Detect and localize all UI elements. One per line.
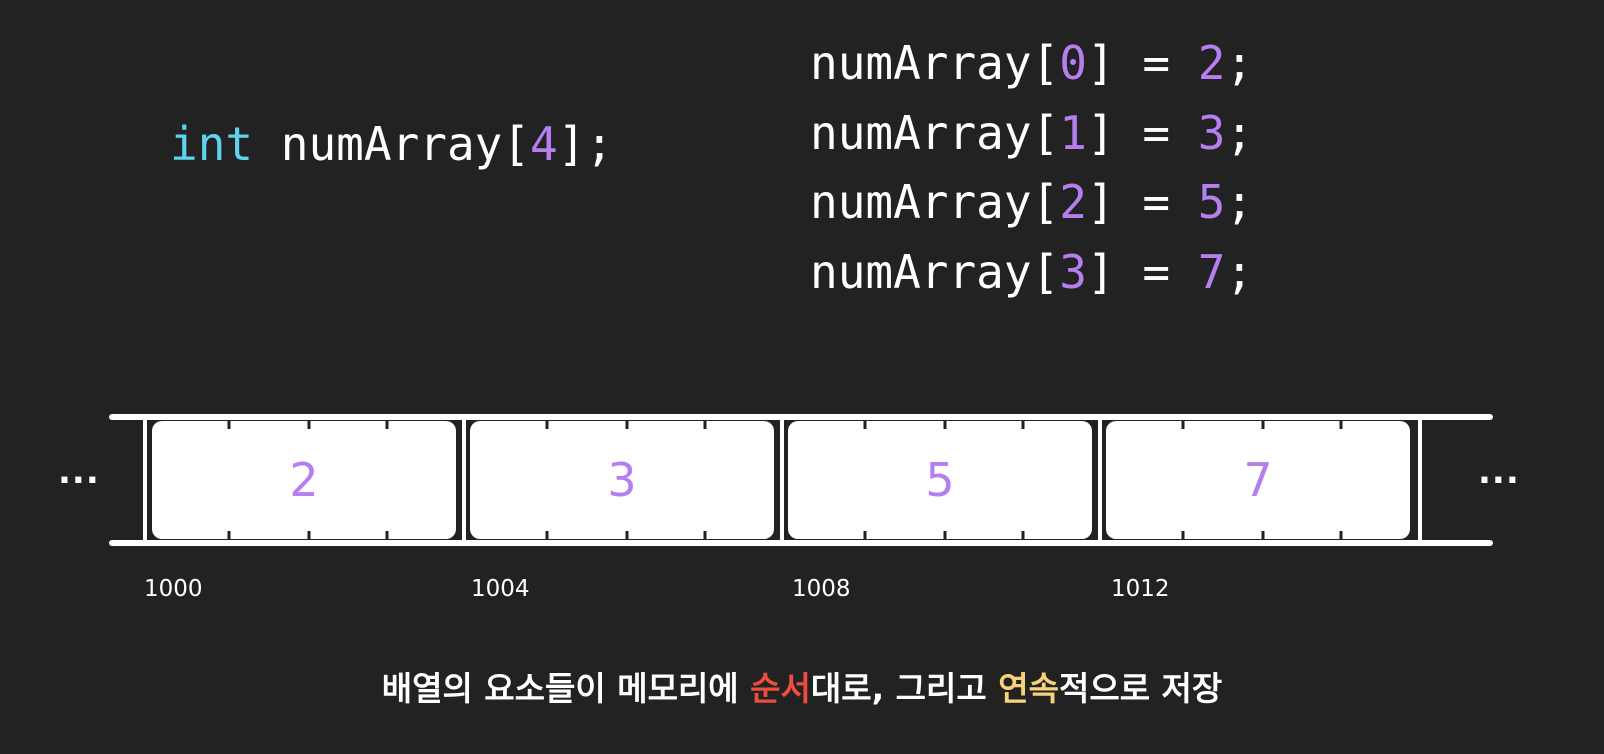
memory-address: 1012 [1111,576,1170,602]
memory-address: 1000 [144,576,203,602]
caption-text: 적으로 저장 [1058,669,1223,708]
memory-address: 1004 [471,576,530,602]
memory-strip-frame [109,414,1493,546]
caption-highlight-contiguous: 연속 [998,669,1059,708]
memory-cell: 7 [1106,421,1410,539]
caption-highlight-order: 순서 [750,669,811,708]
memory-strip: ... ... 2 3 5 7 1000 1004 1008 1012 [0,0,1604,754]
caption-text: 대로, 그리고 [810,669,999,708]
memory-cell: 2 [152,421,456,539]
memory-address: 1008 [792,576,851,602]
caption-text: 배열의 요소들이 메모리에 [381,669,751,708]
memory-cell: 3 [470,421,774,539]
ellipsis-left: ... [58,452,100,492]
caption: 배열의 요소들이 메모리에 순서대로, 그리고 연속적으로 저장 [0,662,1604,710]
ellipsis-right: ... [1478,452,1520,492]
memory-cell: 5 [788,421,1092,539]
